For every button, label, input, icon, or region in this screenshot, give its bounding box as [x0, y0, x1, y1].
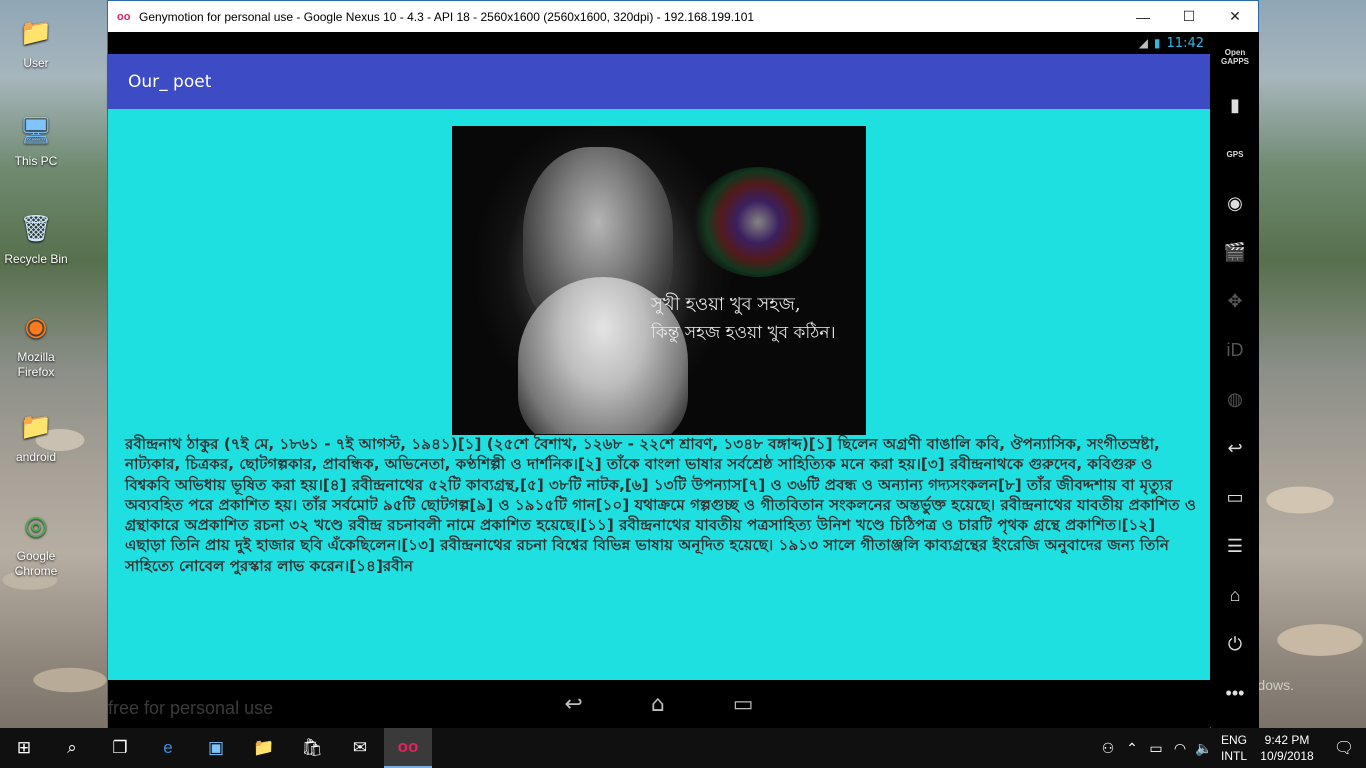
poet-biography-text: রবীন্দ্রনাথ ঠাকুর (৭ই মে, ১৮৬১ - ৭ই আগস্…: [125, 435, 1197, 575]
chrome-icon: ◎: [24, 509, 48, 540]
tray-chevron-up-icon[interactable]: ⌃: [1120, 740, 1144, 757]
windows-taskbar: ⊞ ⌕ ❐ e ▣ 📁 🛍 ✉ oo ⚇ ⌃ ▭ ◠ 🔈 ENG INTL 9:…: [0, 728, 1366, 768]
app-action-bar: Our_ poet: [108, 54, 1210, 109]
android-screen: ◢ ▮ 11:42 Our_ poet সুখী হওয়া খুব সহজ, …: [108, 32, 1210, 680]
taskbar-clock[interactable]: 9:42 PM 10/9/2018: [1252, 732, 1322, 764]
app-title: Our_ poet: [128, 71, 212, 92]
webcam-icon[interactable]: ◉: [1211, 179, 1259, 228]
personal-use-watermark: free for personal use: [108, 698, 274, 718]
light-burst-decoration: [693, 167, 823, 277]
more-icon[interactable]: •••: [1211, 669, 1259, 718]
task-view-icon[interactable]: ❐: [96, 728, 144, 768]
edge-icon[interactable]: e: [144, 728, 192, 768]
language-indicator[interactable]: ENG INTL: [1216, 732, 1252, 764]
window-titlebar[interactable]: oo Genymotion for personal use - Google …: [108, 1, 1258, 32]
maximize-button[interactable]: ☐: [1166, 1, 1212, 32]
gps-icon[interactable]: GPS: [1211, 130, 1259, 179]
desktop-icon-firefox[interactable]: ◉ Mozilla Firefox: [4, 306, 68, 380]
store-icon[interactable]: 🛍: [288, 728, 336, 768]
people-icon[interactable]: ⚇: [1096, 740, 1120, 757]
control-panel-icon[interactable]: ▣: [192, 728, 240, 768]
poet-portrait-image: সুখী হওয়া খুব সহজ, কিন্তু সহজ হওয়া খুব…: [452, 126, 866, 435]
user-folder-icon: 📁: [19, 16, 53, 47]
close-button[interactable]: ✕: [1212, 1, 1258, 32]
capture-icon[interactable]: 🎬: [1211, 228, 1259, 277]
computer-icon: 🖥: [19, 114, 53, 145]
genymotion-logo-icon: oo: [117, 10, 131, 23]
desktop-icon-chrome[interactable]: ◎ Google Chrome: [4, 505, 68, 579]
start-button-icon[interactable]: ⊞: [0, 728, 48, 768]
wifi-icon: ◢: [1138, 36, 1148, 50]
desktop-icon-recycle-bin[interactable]: 🗑 Recycle Bin: [4, 208, 68, 267]
android-status-bar: ◢ ▮ 11:42: [108, 32, 1210, 54]
nav-recent-apps-icon[interactable]: ▭: [733, 692, 754, 717]
open-gapps-icon[interactable]: Open GAPPS: [1211, 32, 1259, 81]
folder-icon: 📁: [19, 410, 53, 441]
volume-icon[interactable]: 🔈: [1192, 740, 1216, 757]
genymotion-side-panel: Open GAPPS ▮ GPS ◉ 🎬 ✥ iD ◍ ↩ ▭ ☰ ⌂ ⏻ ••…: [1211, 32, 1259, 728]
image-quote-line2: কিন্তু সহজ হওয়া খুব কঠিন।: [651, 323, 836, 343]
disk-io-icon[interactable]: ◍: [1211, 375, 1259, 424]
file-explorer-icon[interactable]: 📁: [240, 728, 288, 768]
power-icon[interactable]: ⏻: [1211, 620, 1259, 669]
system-tray: ⚇ ⌃ ▭ ◠ 🔈 ENG INTL 9:42 PM 10/9/2018 🗨: [1096, 728, 1366, 768]
genymotion-window: oo Genymotion for personal use - Google …: [107, 0, 1259, 728]
identifiers-icon[interactable]: iD: [1211, 326, 1259, 375]
remote-control-icon[interactable]: ✥: [1211, 277, 1259, 326]
home-icon[interactable]: ⌂: [1211, 571, 1259, 620]
search-icon[interactable]: ⌕: [48, 728, 96, 768]
menu-icon[interactable]: ☰: [1211, 522, 1259, 571]
app-content[interactable]: সুখী হওয়া খুব সহজ, কিন্তু সহজ হওয়া খুব…: [108, 109, 1210, 680]
window-title: Genymotion for personal use - Google Nex…: [139, 9, 755, 24]
recent-apps-icon[interactable]: ▭: [1211, 473, 1259, 522]
firefox-icon: ◉: [24, 310, 48, 341]
genymotion-taskbar-icon[interactable]: oo: [384, 728, 432, 768]
desktop-icon-this-pc[interactable]: 🖥 This PC: [4, 110, 68, 169]
battery-status-icon: ▮: [1153, 36, 1161, 50]
mail-icon[interactable]: ✉: [336, 728, 384, 768]
tray-wifi-icon[interactable]: ◠: [1168, 740, 1192, 757]
tray-battery-icon[interactable]: ▭: [1144, 740, 1168, 757]
action-center-icon[interactable]: 🗨: [1322, 738, 1366, 758]
back-icon[interactable]: ↩: [1211, 424, 1259, 473]
status-time: 11:42: [1166, 35, 1204, 51]
desktop-icon-user[interactable]: 📁 User: [4, 12, 68, 71]
recycle-bin-icon: 🗑: [19, 212, 53, 243]
image-quote-line1: সুখী হওয়া খুব সহজ,: [651, 294, 801, 315]
android-nav-bar: ↩ ⌂ ▭: [108, 680, 1210, 728]
desktop-icon-android[interactable]: 📁 android: [4, 406, 68, 465]
battery-icon[interactable]: ▮: [1211, 81, 1259, 130]
minimize-button[interactable]: —: [1120, 1, 1166, 32]
nav-back-icon[interactable]: ↩: [564, 692, 582, 717]
nav-home-icon[interactable]: ⌂: [651, 692, 665, 717]
